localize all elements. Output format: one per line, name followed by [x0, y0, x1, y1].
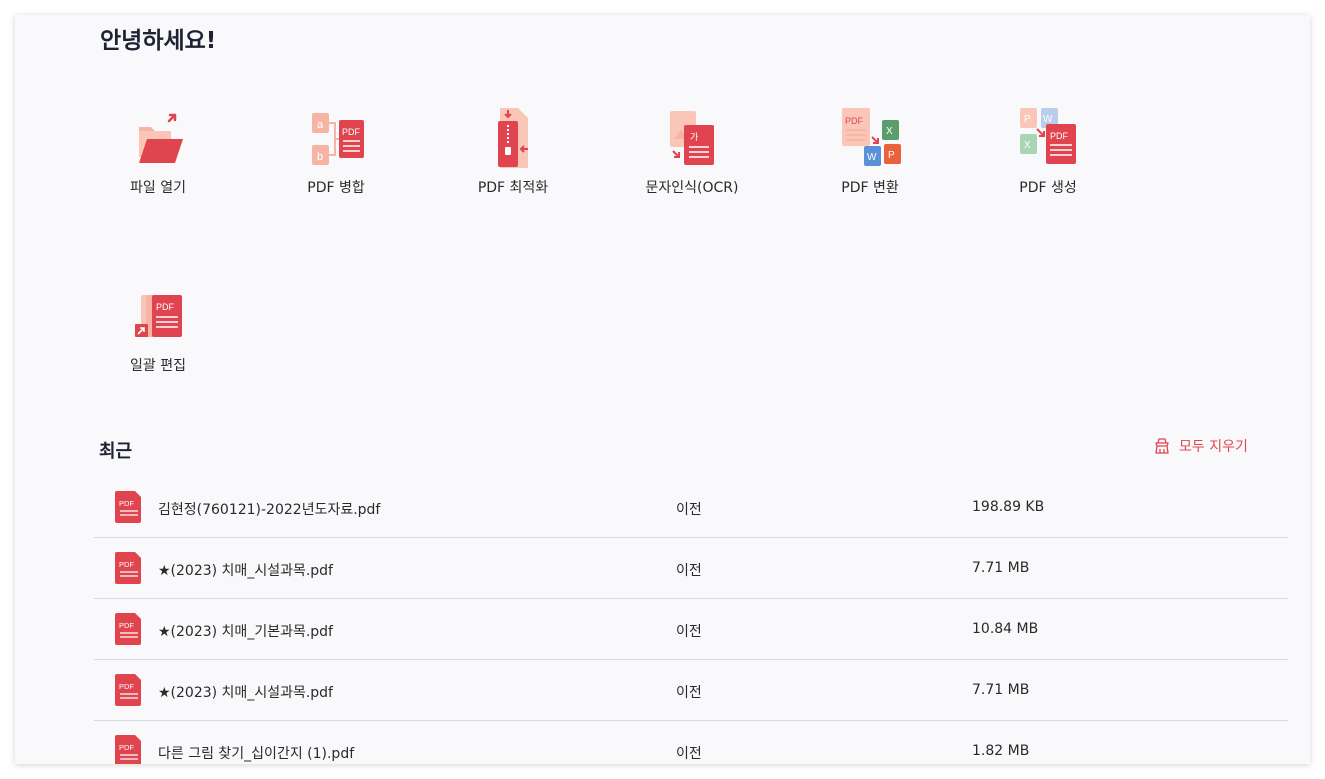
tool-label: PDF 생성 [1019, 180, 1077, 196]
pdf-create-icon: P W X PDF [1020, 108, 1076, 164]
tool-pdf-merge[interactable]: a b PDF PDF 병합 [266, 107, 406, 207]
file-name: 김현정(760121)-2022년도자료.pdf [158, 502, 381, 518]
file-name: ★(2023) 치매_기본과목.pdf [158, 624, 333, 640]
list-item[interactable]: PDF ★(2023) 치매_기본과목.pdf 이전 10.84 MB [94, 599, 1288, 660]
file-date: 이전 [676, 563, 702, 579]
file-size: 198.89 KB [972, 499, 1045, 515]
file-size: 10.84 MB [972, 621, 1039, 637]
recent-file-list: PDF 김현정(760121)-2022년도자료.pdf 이전 198.89 K… [94, 477, 1288, 764]
recent-section-title: 최근 [99, 441, 133, 462]
file-date: 이전 [676, 502, 702, 518]
tool-batch-edit[interactable]: PDF 일괄 편집 [88, 285, 228, 385]
greeting-title: 안녕하세요! [100, 28, 217, 54]
tool-pdf-optimize[interactable]: PDF 최적화 [443, 107, 583, 207]
file-name: ★(2023) 치매_시설과목.pdf [158, 685, 333, 701]
file-size: 1.82 MB [972, 743, 1030, 759]
clear-all-button[interactable]: 모두 지우기 [1153, 434, 1248, 458]
clear-all-label: 모두 지우기 [1179, 439, 1248, 455]
list-item[interactable]: PDF ★(2023) 치매_시설과목.pdf 이전 7.71 MB [94, 660, 1288, 721]
file-date: 이전 [676, 746, 702, 762]
tool-label: PDF 병합 [307, 180, 365, 196]
svg-text:PDF: PDF [156, 302, 175, 312]
list-item[interactable]: PDF 다른 그림 찾기_십이간지 (1).pdf 이전 1.82 MB [94, 721, 1288, 764]
tool-label: PDF 최적화 [477, 180, 549, 196]
tool-ocr[interactable]: 가 문자인식(OCR) [622, 107, 762, 207]
svg-text:W: W [1043, 114, 1053, 125]
svg-text:X: X [1024, 140, 1031, 151]
tool-label: 파일 열기 [130, 180, 186, 196]
pdf-icon-text: PDF [119, 682, 134, 691]
pdf-icon-text: PDF [119, 621, 134, 630]
pdf-icon-text: PDF [119, 743, 134, 752]
pdf-file-icon: PDF [115, 491, 141, 523]
svg-text:PDF: PDF [342, 127, 361, 137]
pdf-merge-icon: a b PDF [312, 113, 364, 165]
svg-text:PDF: PDF [1050, 131, 1069, 141]
pdf-file-icon: PDF [115, 552, 141, 584]
folder-open-icon [139, 113, 183, 163]
list-item[interactable]: PDF 김현정(760121)-2022년도자료.pdf 이전 198.89 K… [94, 477, 1288, 538]
home-panel: 안녕하세요! 파일 열기 a b PDF PDF 병합 PDF 최적화 가 문자… [15, 15, 1310, 764]
svg-text:X: X [886, 126, 893, 137]
file-name: ★(2023) 치매_시설과목.pdf [158, 563, 333, 579]
pdf-icon-text: PDF [119, 499, 134, 508]
pdf-file-icon: PDF [115, 674, 141, 706]
pdf-compress-icon [498, 108, 528, 168]
svg-text:W: W [867, 152, 877, 163]
file-date: 이전 [676, 624, 702, 640]
file-size: 7.71 MB [972, 682, 1030, 698]
svg-text:PDF: PDF [845, 116, 864, 126]
svg-text:가: 가 [690, 132, 698, 143]
tool-label: PDF 변환 [841, 180, 899, 196]
tool-open-file[interactable]: 파일 열기 [88, 107, 228, 207]
tool-pdf-convert[interactable]: PDF X W P PDF 변환 [800, 107, 940, 207]
tool-label: 문자인식(OCR) [645, 180, 739, 196]
batch-edit-icon: PDF [135, 295, 182, 337]
ocr-icon: 가 [670, 111, 714, 165]
file-date: 이전 [676, 685, 702, 701]
tool-pdf-create[interactable]: P W X PDF PDF 생성 [978, 107, 1118, 207]
tool-label: 일괄 편집 [130, 358, 186, 374]
pdf-file-icon: PDF [115, 613, 141, 645]
file-size: 7.71 MB [972, 560, 1030, 576]
pdf-file-icon: PDF [115, 735, 141, 764]
pdf-icon-text: PDF [119, 560, 134, 569]
pdf-convert-icon: PDF X W P [842, 108, 901, 166]
list-item[interactable]: PDF ★(2023) 치매_시설과목.pdf 이전 7.71 MB [94, 538, 1288, 599]
svg-text:P: P [1024, 114, 1031, 125]
svg-text:a: a [317, 119, 324, 131]
svg-text:P: P [888, 150, 895, 161]
file-name: 다른 그림 찾기_십이간지 (1).pdf [158, 746, 355, 762]
svg-text:b: b [317, 151, 323, 163]
eraser-icon [1155, 438, 1169, 454]
